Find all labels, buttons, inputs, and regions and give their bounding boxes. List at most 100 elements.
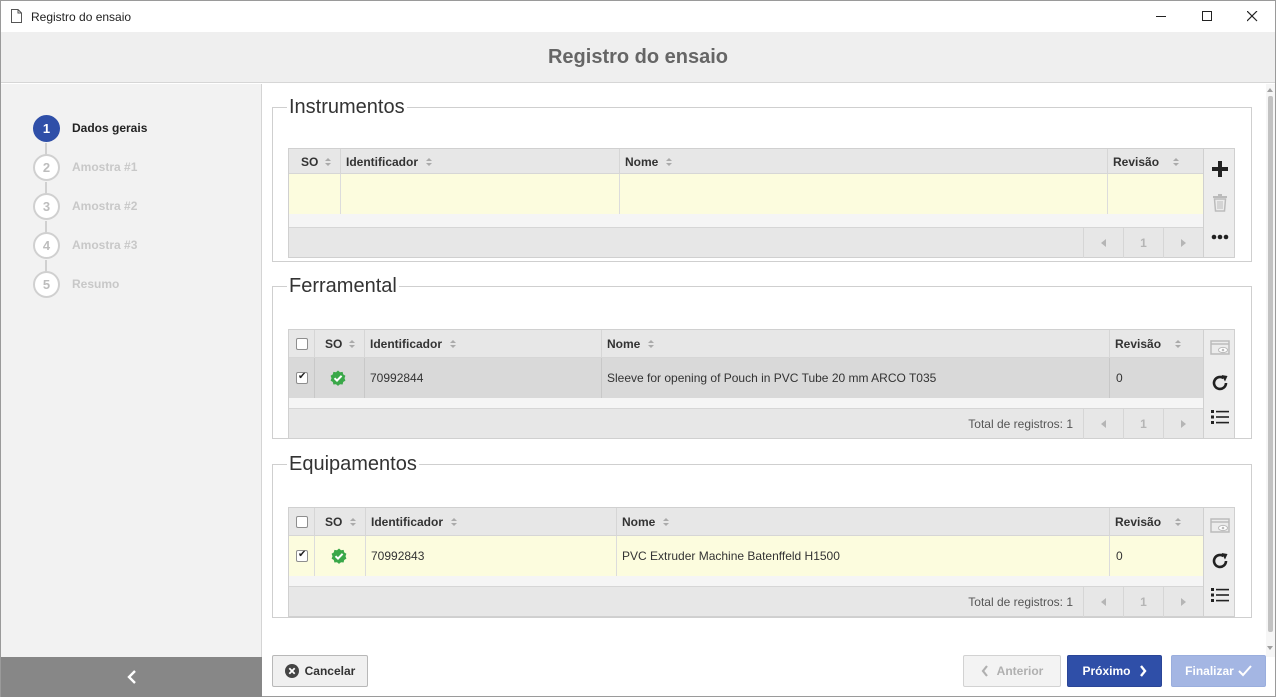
column-header-revisao[interactable]: Revisão (1110, 508, 1203, 535)
wizard-step-dados-gerais[interactable]: 1 Dados gerais (33, 115, 253, 143)
cell: 0 (1110, 536, 1203, 576)
empty-selected-row[interactable] (289, 174, 1203, 214)
view-button[interactable] (1204, 332, 1235, 364)
wizard-step-amostra-1[interactable]: 2 Amostra #1 (33, 154, 253, 182)
minimize-button[interactable] (1138, 1, 1184, 32)
ellipsis-icon (1211, 234, 1228, 240)
column-header-revisao[interactable]: Revisão (1110, 330, 1203, 357)
grid-header: SO Identificador Nome Revisão (289, 508, 1203, 536)
step-number: 3 (33, 193, 60, 220)
trash-icon (1212, 194, 1227, 212)
column-header-revisao[interactable]: Revisão (1108, 149, 1203, 173)
cell (620, 174, 1108, 214)
row-checkbox[interactable] (296, 371, 308, 384)
page-number: 1 (1123, 228, 1163, 258)
step-number: 5 (33, 271, 60, 298)
window-titlebar: Registro do ensaio (1, 1, 1275, 32)
checkmark-icon (1238, 665, 1252, 677)
column-header-nome[interactable]: Nome (617, 508, 1110, 535)
column-header-so[interactable]: SO (315, 508, 366, 535)
section-title: Equipamentos (289, 453, 417, 475)
column-header-so[interactable]: SO (289, 149, 341, 173)
column-header-nome[interactable]: Nome (602, 330, 1110, 357)
cell (289, 174, 341, 214)
next-page-button[interactable] (1163, 228, 1203, 258)
column-header-nome[interactable]: Nome (620, 149, 1108, 173)
column-label: Identificador (346, 155, 419, 169)
instrumentos-toolbar (1204, 148, 1235, 258)
table-row[interactable]: 70992843 PVC Extruder Machine Batenffeld… (289, 536, 1203, 576)
list-button[interactable] (1204, 401, 1235, 433)
grid-header: SO Identificador Nome Revisão (289, 330, 1203, 358)
next-page-button[interactable] (1163, 409, 1203, 439)
wizard-step-amostra-3[interactable]: 4 Amostra #3 (33, 232, 253, 260)
view-button[interactable] (1204, 510, 1235, 542)
caret-right-icon (1181, 239, 1186, 247)
identificador-value: 70992843 (371, 549, 425, 563)
step-label: Amostra #3 (72, 238, 138, 252)
column-header-identificador[interactable]: Identificador (341, 149, 620, 173)
list-button[interactable] (1204, 579, 1235, 611)
column-label: Nome (622, 515, 656, 529)
column-label: Revisão (1115, 337, 1162, 351)
previous-label: Anterior (996, 664, 1044, 678)
cell: Sleeve for opening of Pouch in PVC Tube … (602, 358, 1110, 398)
refresh-button[interactable] (1204, 367, 1235, 399)
delete-button[interactable] (1204, 187, 1235, 219)
column-header-identificador[interactable]: Identificador (366, 508, 617, 535)
previous-page-button[interactable] (1083, 228, 1123, 258)
step-number: 2 (33, 154, 60, 181)
more-options-button[interactable] (1204, 221, 1235, 253)
cell (341, 174, 620, 214)
view-record-icon (1209, 518, 1230, 533)
previous-page-button[interactable] (1083, 587, 1123, 617)
close-button[interactable] (1229, 1, 1275, 32)
refresh-icon (1212, 375, 1227, 391)
scroll-up-icon[interactable] (1267, 88, 1273, 92)
step-number: 4 (33, 232, 60, 259)
cell: 70992843 (366, 536, 617, 576)
cancel-label: Cancelar (304, 664, 356, 678)
select-all-checkbox[interactable] (296, 516, 308, 528)
ferramental-toolbar (1204, 329, 1235, 439)
maximize-button[interactable] (1184, 1, 1230, 32)
instrumentos-grid: SO Identificador Nome Revisão 1 (288, 148, 1204, 258)
column-label: Nome (625, 155, 659, 169)
previous-button[interactable]: Anterior (963, 655, 1061, 687)
vertical-scrollbar[interactable] (1266, 84, 1275, 657)
cancel-button[interactable]: Cancelar (272, 655, 368, 687)
section-title: Instrumentos (289, 96, 405, 118)
list-icon (1210, 410, 1229, 424)
wizard-step-resumo[interactable]: 5 Resumo (33, 271, 253, 299)
step-number: 1 (33, 115, 60, 142)
column-header-so[interactable]: SO (315, 330, 365, 357)
column-label: Identificador (370, 337, 443, 351)
scroll-down-icon[interactable] (1267, 646, 1273, 650)
column-header-identificador[interactable]: Identificador (365, 330, 602, 357)
next-page-button[interactable] (1163, 587, 1203, 617)
sort-icon (426, 158, 432, 166)
row-checkbox[interactable] (296, 549, 308, 562)
add-button[interactable] (1204, 153, 1235, 185)
caret-left-icon (1101, 420, 1106, 428)
caret-left-icon (1101, 239, 1106, 247)
refresh-button[interactable] (1204, 545, 1235, 577)
column-label: SO (325, 515, 343, 529)
caret-right-icon (1181, 420, 1186, 428)
select-all-checkbox[interactable] (296, 338, 308, 350)
finish-button[interactable]: Finalizar (1171, 655, 1266, 687)
next-button[interactable]: Próximo (1067, 655, 1162, 687)
step-label: Amostra #2 (72, 199, 138, 213)
cancel-icon (284, 664, 299, 678)
wizard-step-amostra-2[interactable]: 3 Amostra #2 (33, 193, 253, 221)
verified-badge-icon (330, 370, 346, 386)
chevron-left-icon (981, 665, 988, 677)
minimize-icon (1155, 16, 1166, 17)
scrollbar-thumb[interactable] (1268, 96, 1273, 632)
column-header-select (289, 508, 315, 535)
page-number: 1 (1123, 587, 1163, 617)
table-row[interactable]: 70992844 Sleeve for opening of Pouch in … (289, 358, 1203, 398)
sort-icon (663, 518, 669, 526)
collapse-sidebar-button[interactable] (1, 657, 262, 697)
previous-page-button[interactable] (1083, 409, 1123, 439)
